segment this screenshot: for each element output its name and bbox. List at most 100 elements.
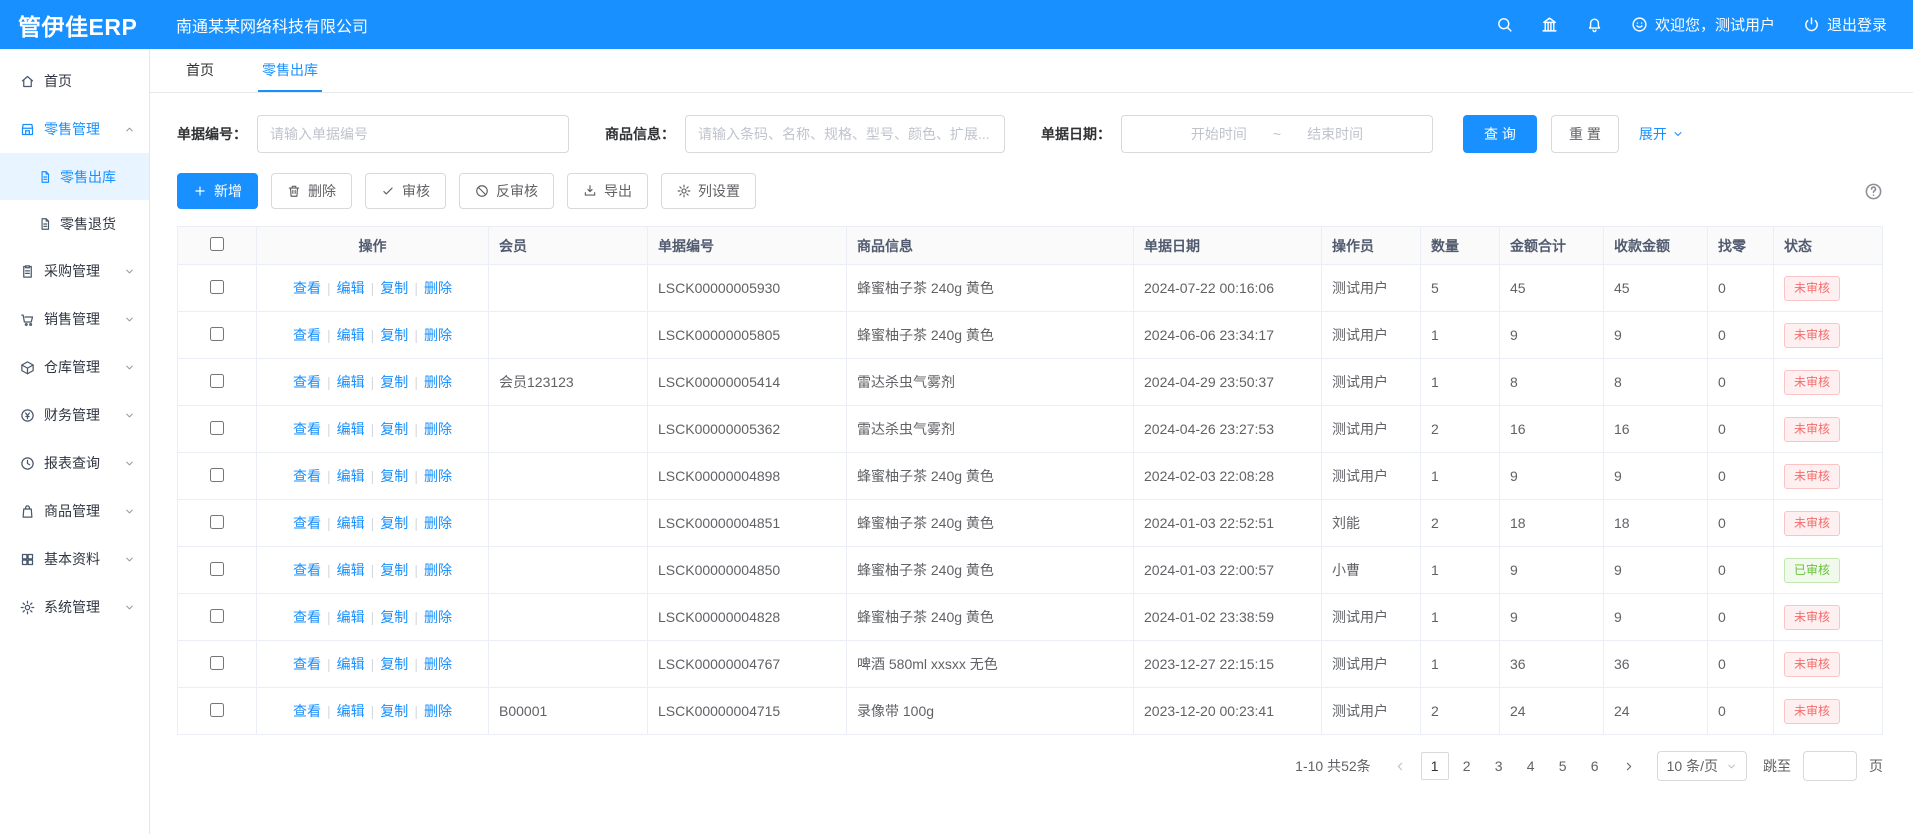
add-button[interactable]: 新增 bbox=[177, 173, 258, 209]
row-action-delete[interactable]: 删除 bbox=[424, 327, 452, 343]
export-button[interactable]: 导出 bbox=[567, 173, 648, 209]
sidebar-item-retail[interactable]: 零售管理 bbox=[0, 105, 149, 153]
row-action-copy[interactable]: 复制 bbox=[380, 468, 408, 484]
prev-page-button[interactable] bbox=[1387, 752, 1415, 780]
row-action-edit[interactable]: 编辑 bbox=[337, 280, 365, 296]
row-action-edit[interactable]: 编辑 bbox=[337, 468, 365, 484]
sidebar-item-reports[interactable]: 报表查询 bbox=[0, 439, 149, 487]
row-action-copy[interactable]: 复制 bbox=[380, 609, 408, 625]
row-checkbox[interactable] bbox=[210, 327, 224, 341]
row-checkbox[interactable] bbox=[210, 280, 224, 294]
page-button-2[interactable]: 2 bbox=[1453, 752, 1481, 780]
notifications-icon[interactable] bbox=[1586, 16, 1603, 33]
row-action-delete[interactable]: 删除 bbox=[424, 421, 452, 437]
row-checkbox[interactable] bbox=[210, 703, 224, 717]
row-action-delete[interactable]: 删除 bbox=[424, 703, 452, 719]
bill-no-input[interactable] bbox=[257, 115, 569, 153]
welcome-user[interactable]: 欢迎您，测试用户 bbox=[1631, 14, 1775, 35]
unaudit-button[interactable]: 反审核 bbox=[459, 173, 554, 209]
organization-icon[interactable] bbox=[1541, 16, 1558, 33]
app-logo: 管伊佳ERP bbox=[18, 8, 150, 42]
tab-retail-outbound[interactable]: 零售出库 bbox=[258, 49, 322, 92]
expand-toggle[interactable]: 展开 bbox=[1639, 124, 1684, 144]
row-action-view[interactable]: 查看 bbox=[293, 515, 321, 531]
row-action-copy[interactable]: 复制 bbox=[380, 421, 408, 437]
row-checkbox[interactable] bbox=[210, 515, 224, 529]
row-action-view[interactable]: 查看 bbox=[293, 468, 321, 484]
row-checkbox[interactable] bbox=[210, 562, 224, 576]
row-action-copy[interactable]: 复制 bbox=[380, 515, 408, 531]
audit-button[interactable]: 审核 bbox=[365, 173, 446, 209]
row-action-edit[interactable]: 编辑 bbox=[337, 562, 365, 578]
row-action-copy[interactable]: 复制 bbox=[380, 327, 408, 343]
column-settings-button[interactable]: 列设置 bbox=[661, 173, 756, 209]
row-action-delete[interactable]: 删除 bbox=[424, 609, 452, 625]
page-button-6[interactable]: 6 bbox=[1581, 752, 1609, 780]
row-action-delete[interactable]: 删除 bbox=[424, 656, 452, 672]
row-action-edit[interactable]: 编辑 bbox=[337, 656, 365, 672]
row-action-edit[interactable]: 编辑 bbox=[337, 515, 365, 531]
page-size-select[interactable]: 10 条/页 bbox=[1657, 751, 1747, 781]
date-range-picker[interactable]: 开始时间 ~ 结束时间 bbox=[1121, 115, 1433, 153]
page-button-1[interactable]: 1 bbox=[1421, 752, 1449, 780]
row-action-delete[interactable]: 删除 bbox=[424, 515, 452, 531]
tab-home[interactable]: 首页 bbox=[182, 49, 218, 92]
actions-cell: 查看|编辑|复制|删除 bbox=[257, 688, 489, 735]
row-action-view[interactable]: 查看 bbox=[293, 421, 321, 437]
reset-button[interactable]: 重 置 bbox=[1551, 115, 1619, 153]
row-action-copy[interactable]: 复制 bbox=[380, 703, 408, 719]
product-info-input[interactable] bbox=[685, 115, 1005, 153]
select-all-checkbox[interactable] bbox=[210, 237, 224, 251]
row-action-copy[interactable]: 复制 bbox=[380, 562, 408, 578]
sidebar-item-retail-return[interactable]: 零售退货 bbox=[0, 200, 149, 247]
page-button-3[interactable]: 3 bbox=[1485, 752, 1513, 780]
row-action-edit[interactable]: 编辑 bbox=[337, 374, 365, 390]
row-action-edit[interactable]: 编辑 bbox=[337, 327, 365, 343]
date-cell: 2024-04-29 23:50:37 bbox=[1134, 359, 1322, 406]
operator-cell: 测试用户 bbox=[1322, 688, 1421, 735]
row-action-view[interactable]: 查看 bbox=[293, 703, 321, 719]
page-button-4[interactable]: 4 bbox=[1517, 752, 1545, 780]
row-action-delete[interactable]: 删除 bbox=[424, 280, 452, 296]
row-action-edit[interactable]: 编辑 bbox=[337, 703, 365, 719]
row-action-copy[interactable]: 复制 bbox=[380, 280, 408, 296]
sidebar-item-purchase[interactable]: 采购管理 bbox=[0, 247, 149, 295]
row-action-view[interactable]: 查看 bbox=[293, 656, 321, 672]
search-icon[interactable] bbox=[1496, 16, 1513, 33]
sidebar-item-retail-outbound[interactable]: 零售出库 bbox=[0, 153, 149, 200]
sidebar-item-finance[interactable]: 财务管理 bbox=[0, 391, 149, 439]
row-action-copy[interactable]: 复制 bbox=[380, 374, 408, 390]
member-cell bbox=[489, 547, 648, 594]
chevron-down-icon bbox=[124, 266, 135, 277]
row-action-copy[interactable]: 复制 bbox=[380, 656, 408, 672]
delete-button[interactable]: 删除 bbox=[271, 173, 352, 209]
row-checkbox[interactable] bbox=[210, 656, 224, 670]
row-checkbox[interactable] bbox=[210, 374, 224, 388]
logout-button[interactable]: 退出登录 bbox=[1803, 14, 1887, 35]
page-button-5[interactable]: 5 bbox=[1549, 752, 1577, 780]
row-action-view[interactable]: 查看 bbox=[293, 609, 321, 625]
sidebar-item-home[interactable]: 首页 bbox=[0, 57, 149, 105]
sidebar-item-goods[interactable]: 商品管理 bbox=[0, 487, 149, 535]
row-action-delete[interactable]: 删除 bbox=[424, 374, 452, 390]
row-checkbox[interactable] bbox=[210, 609, 224, 623]
row-action-view[interactable]: 查看 bbox=[293, 327, 321, 343]
sidebar-item-system[interactable]: 系统管理 bbox=[0, 583, 149, 631]
row-action-view[interactable]: 查看 bbox=[293, 562, 321, 578]
sidebar-item-warehouse[interactable]: 仓库管理 bbox=[0, 343, 149, 391]
row-action-view[interactable]: 查看 bbox=[293, 280, 321, 296]
help-icon[interactable] bbox=[1864, 182, 1883, 201]
sidebar-item-basedata[interactable]: 基本资料 bbox=[0, 535, 149, 583]
row-action-edit[interactable]: 编辑 bbox=[337, 609, 365, 625]
row-checkbox[interactable] bbox=[210, 468, 224, 482]
search-button[interactable]: 查 询 bbox=[1463, 115, 1537, 153]
row-action-view[interactable]: 查看 bbox=[293, 374, 321, 390]
chevron-right-icon bbox=[1622, 760, 1635, 773]
next-page-button[interactable] bbox=[1615, 752, 1643, 780]
row-action-edit[interactable]: 编辑 bbox=[337, 421, 365, 437]
sidebar-item-sales[interactable]: 销售管理 bbox=[0, 295, 149, 343]
row-action-delete[interactable]: 删除 bbox=[424, 562, 452, 578]
row-checkbox[interactable] bbox=[210, 421, 224, 435]
jump-page-input[interactable] bbox=[1803, 751, 1857, 781]
row-action-delete[interactable]: 删除 bbox=[424, 468, 452, 484]
